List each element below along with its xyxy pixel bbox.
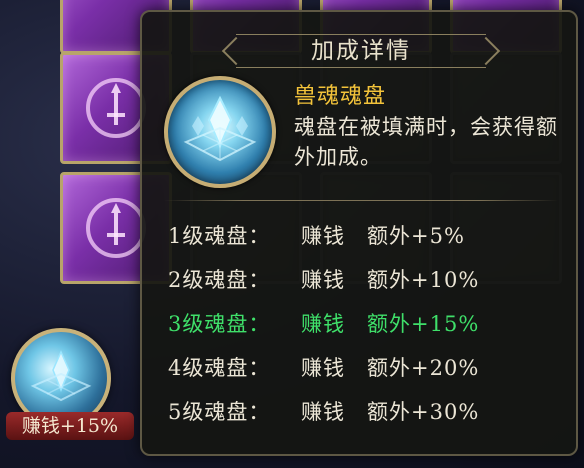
- level-name: 5级魂盘：: [168, 400, 271, 424]
- level-row: 5级魂盘： 赚钱 额外+30%: [168, 390, 558, 434]
- tooltip-header: 加成详情: [236, 34, 486, 68]
- level-row: 4级魂盘： 赚钱 额外+20%: [168, 346, 558, 390]
- level-bonus: 额外+15%: [367, 312, 480, 336]
- level-bonus: 额外+30%: [367, 400, 480, 424]
- item-name: 兽魂魂盘: [294, 84, 387, 109]
- level-row: 1级魂盘： 赚钱 额外+5%: [168, 214, 558, 258]
- level-name: 3级魂盘：: [168, 312, 271, 336]
- level-type: 赚钱: [301, 400, 345, 424]
- level-row-active: 3级魂盘： 赚钱 额外+15%: [168, 302, 558, 346]
- level-name: 2级魂盘：: [168, 268, 271, 292]
- level-type: 赚钱: [301, 312, 345, 336]
- equipped-bonus-label: 赚钱+15%: [6, 412, 134, 440]
- level-row: 2级魂盘： 赚钱 额外+10%: [168, 258, 558, 302]
- level-bonus-list: 1级魂盘： 赚钱 额外+5% 2级魂盘： 赚钱 额外+10% 3级魂盘： 赚钱 额外+15%…: [168, 214, 558, 434]
- divider: [164, 200, 558, 201]
- level-type: 赚钱: [301, 224, 345, 248]
- tooltip-title: 加成详情: [311, 38, 411, 64]
- level-type: 赚钱: [301, 356, 345, 380]
- equipped-soul-disc[interactable]: 赚钱+15%: [6, 328, 134, 440]
- level-bonus: 额外+20%: [367, 356, 480, 380]
- soul-disc-icon: [164, 76, 276, 188]
- level-type: 赚钱: [301, 268, 345, 292]
- level-bonus: 额外+5%: [367, 224, 465, 248]
- bonus-details-tooltip: 加成详情 兽魂魂盘 魂盘在被填满时，会获得额外加成。 1级魂盘： 赚钱 额外+5% …: [140, 10, 578, 456]
- level-name: 4级魂盘：: [168, 356, 271, 380]
- level-bonus: 额外+10%: [367, 268, 480, 292]
- item-description: 魂盘在被填满时，会获得额外加成。: [294, 115, 558, 169]
- level-name: 1级魂盘：: [168, 224, 271, 248]
